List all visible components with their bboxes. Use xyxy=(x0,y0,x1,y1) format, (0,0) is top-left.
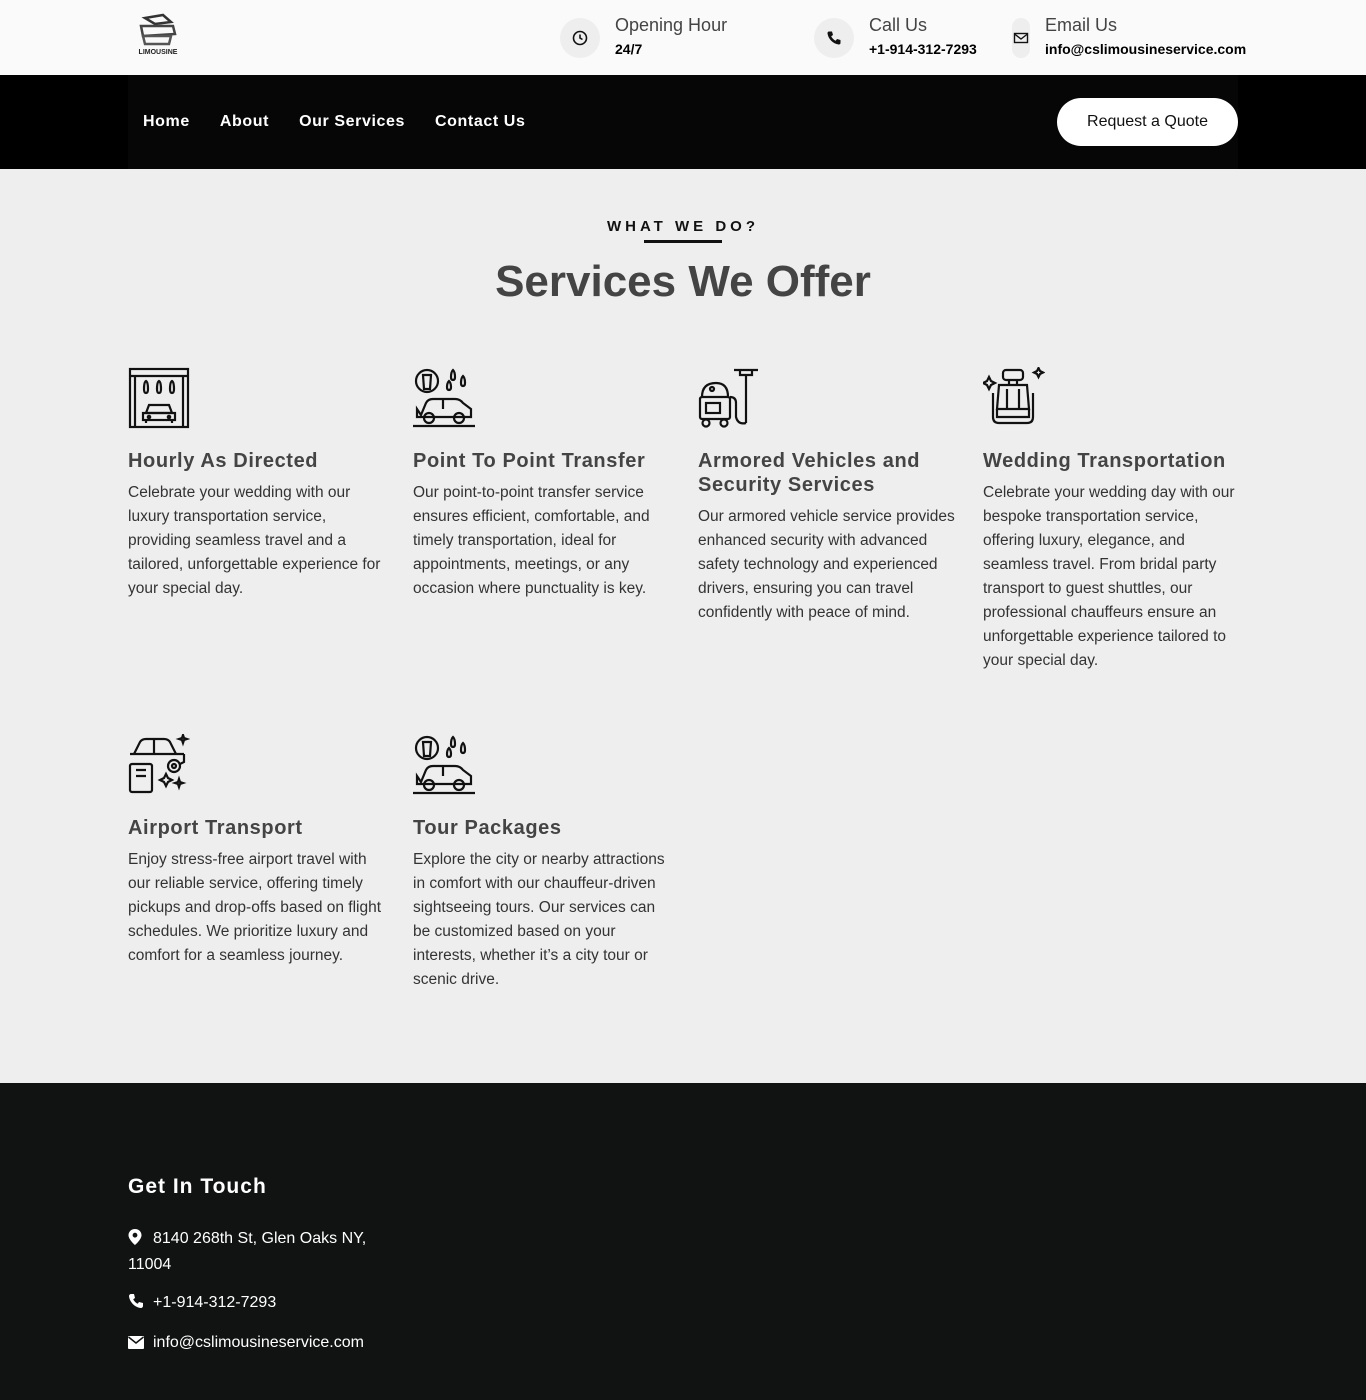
service-description: Our point-to-point transfer service ensu… xyxy=(413,484,650,597)
request-quote-button[interactable]: Request a Quote xyxy=(1057,98,1238,146)
service-title: Airport Transport xyxy=(128,817,303,839)
service-description: Explore the city or nearby attractions i… xyxy=(413,851,665,988)
call-us-label: Call Us xyxy=(869,15,928,35)
call-us-info: Call Us +1-914-312-7293 xyxy=(814,14,977,58)
service-title: Wedding Transportation xyxy=(983,450,1226,472)
car-wash-icon xyxy=(128,367,190,429)
nav-link-our-services[interactable]: Our Services xyxy=(299,112,405,132)
footer-email[interactable]: info@cslimousineservice.com xyxy=(128,1331,378,1357)
limousine-logo-icon: LIMOUSINE xyxy=(139,13,178,56)
section-title: Services We Offer xyxy=(495,257,871,306)
service-title: Point To Point Transfer xyxy=(413,450,646,472)
email-us-address[interactable]: info@cslimousineservice.com xyxy=(1045,40,1246,58)
footer-email-text[interactable]: info@cslimousineservice.com xyxy=(153,1334,364,1351)
footer-title: Get In Touch xyxy=(128,1175,267,1198)
service-card-armored: Armored Vehicles and Security Services O… xyxy=(698,367,956,625)
car-polish-icon xyxy=(128,734,190,794)
section-eyebrow: WHAT WE DO? xyxy=(606,218,760,235)
phone-icon xyxy=(814,18,854,58)
nav-link-home[interactable]: Home xyxy=(143,112,190,132)
nav-link-contact-us[interactable]: Contact Us xyxy=(435,112,525,132)
map-marker-icon xyxy=(128,1229,146,1253)
call-us-number[interactable]: +1-914-312-7293 xyxy=(869,40,977,58)
service-description: Our armored vehicle service provides enh… xyxy=(698,508,955,621)
footer: Get In Touch 8140 268th St, Glen Oaks NY… xyxy=(0,1083,1366,1400)
email-us-info: Email Us info@cslimousineservice.com xyxy=(1012,14,1246,58)
opening-hour-value: 24/7 xyxy=(615,41,643,57)
vacuum-cleaner-icon xyxy=(698,368,758,428)
envelope-icon xyxy=(1012,18,1030,58)
opening-hour-info: Opening Hour 24/7 xyxy=(560,14,727,58)
email-us-label: Email Us xyxy=(1045,15,1118,35)
envelope-icon xyxy=(128,1333,146,1357)
car-seat-icon xyxy=(983,367,1045,425)
service-title: Hourly As Directed xyxy=(128,450,319,472)
service-card-airport: Airport Transport Enjoy stress-free airp… xyxy=(128,734,386,968)
eyebrow-underline xyxy=(644,240,722,243)
service-title: Tour Packages xyxy=(413,817,562,839)
services-section: WHAT WE DO? Services We Offer Hourly As … xyxy=(0,169,1366,1083)
clock-icon xyxy=(560,18,600,58)
nav-link-about[interactable]: About xyxy=(220,112,269,132)
service-description: Celebrate your wedding with our luxury t… xyxy=(128,484,381,597)
footer-address-text: 8140 268th St, Glen Oaks NY, 11004 xyxy=(128,1230,367,1273)
service-card-tour: Tour Packages Explore the city or nearby… xyxy=(413,734,671,992)
car-cleaning-icon xyxy=(413,735,475,795)
phone-icon xyxy=(128,1293,146,1317)
service-card-point-to-point: Point To Point Transfer Our point-to-poi… xyxy=(413,367,671,601)
svg-text:LIMOUSINE: LIMOUSINE xyxy=(139,49,178,56)
service-description: Enjoy stress-free airport travel with ou… xyxy=(128,851,382,964)
service-card-hourly: Hourly As Directed Celebrate your weddin… xyxy=(128,367,386,601)
site-logo[interactable]: LIMOUSINE xyxy=(133,12,183,60)
opening-hour-label: Opening Hour xyxy=(615,15,728,35)
footer-address: 8140 268th St, Glen Oaks NY, 11004 xyxy=(128,1227,378,1277)
top-bar: LIMOUSINE Opening Hour 24/7 Call Us +1-9… xyxy=(0,0,1366,75)
service-card-wedding: Wedding Transportation Celebrate your we… xyxy=(983,367,1241,673)
car-cleaning-icon xyxy=(413,368,475,428)
service-title: Armored Vehicles and Security Services xyxy=(698,450,921,496)
footer-phone[interactable]: +1-914-312-7293 xyxy=(128,1291,378,1317)
footer-phone-text[interactable]: +1-914-312-7293 xyxy=(153,1294,276,1311)
service-description: Celebrate your wedding day with our besp… xyxy=(983,484,1235,669)
main-navigation: Home About Our Services Contact Us Reque… xyxy=(0,75,1366,169)
